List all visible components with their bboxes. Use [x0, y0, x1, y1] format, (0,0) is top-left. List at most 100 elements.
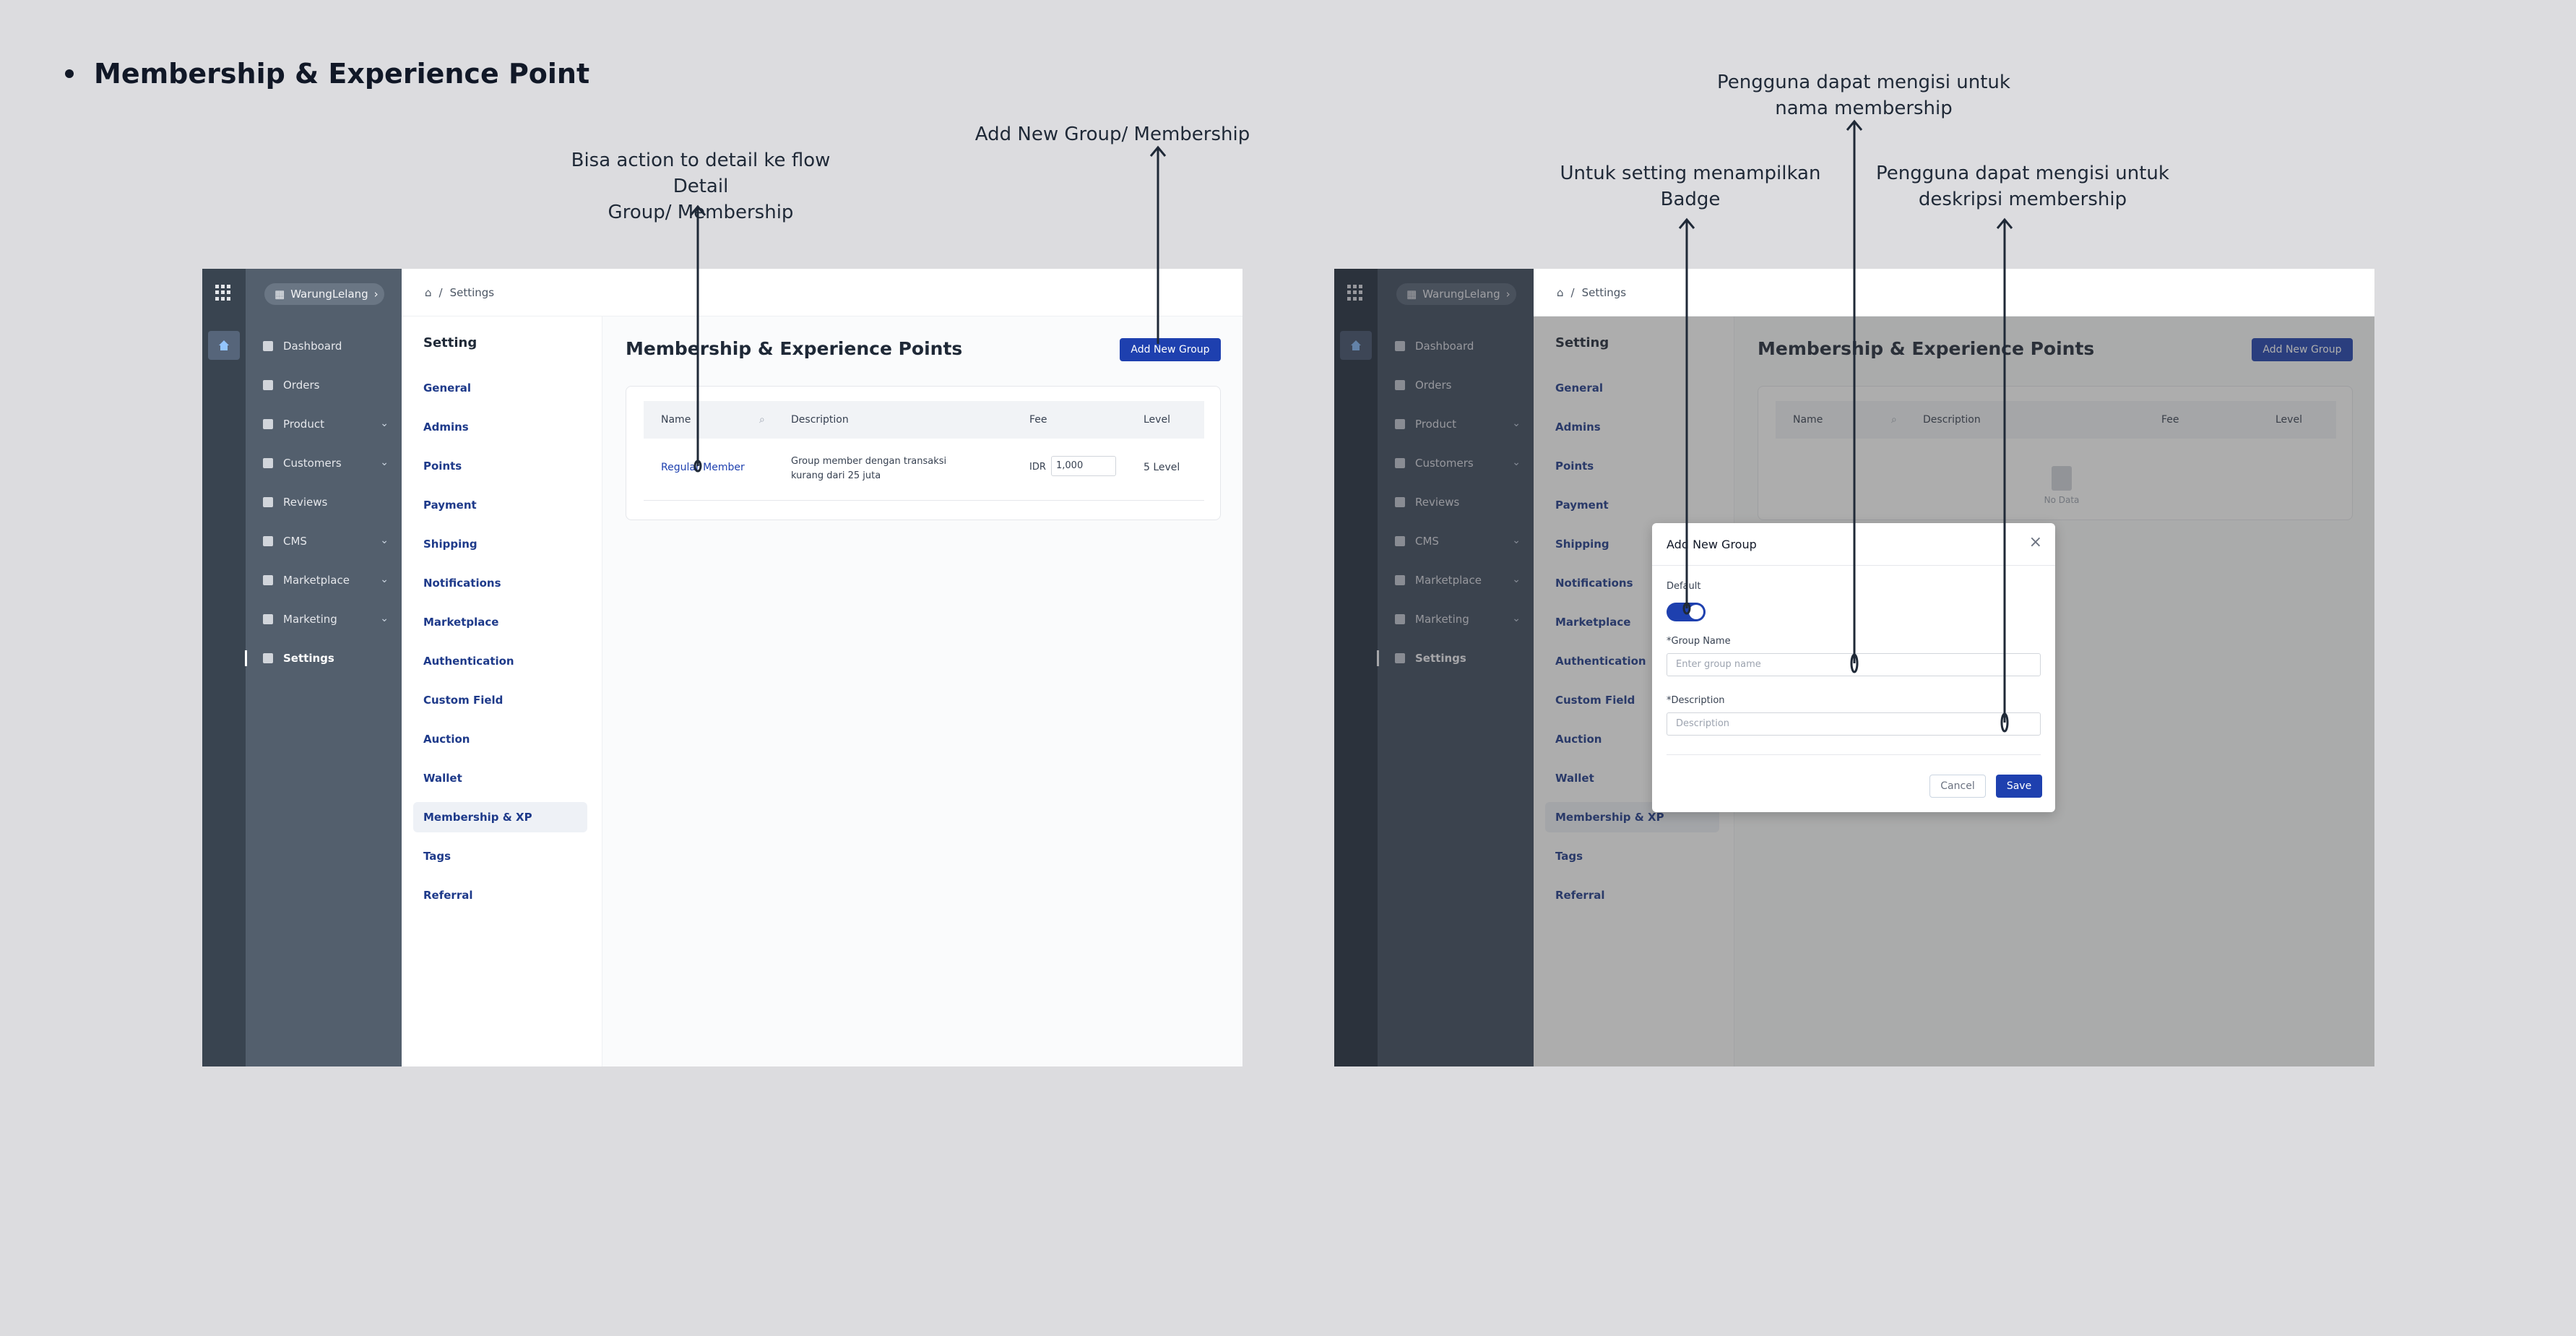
- user-icon: [263, 458, 273, 468]
- search-icon[interactable]: ⌕: [759, 414, 765, 426]
- breadcrumb-separator: /: [438, 285, 443, 299]
- sidebar-item-customers[interactable]: Customers ⌄: [246, 444, 402, 483]
- bag-icon: [263, 380, 273, 390]
- settings-item-points[interactable]: Points: [402, 447, 602, 486]
- group-name-label: *Group Name: [1667, 636, 1731, 647]
- settings-item-marketplace[interactable]: Marketplace: [402, 603, 602, 642]
- annotation-badge: Untuk setting menampilkan Badge: [1560, 163, 1821, 210]
- description-label: *Description: [1667, 695, 1725, 706]
- settings-item-wallet[interactable]: Wallet: [402, 759, 602, 798]
- column-fee: Fee: [1029, 414, 1047, 426]
- screen-membership-list: ▦ WarungLelang › Dashboard Orders Produc…: [202, 269, 1242, 1066]
- breadcrumb-separator: /: [1570, 285, 1575, 299]
- default-toggle[interactable]: [1667, 603, 1706, 621]
- chevron-down-icon: ⌄: [380, 535, 389, 546]
- settings-heading: Setting: [423, 335, 477, 350]
- annotation-group-name: Pengguna dapat mengisi untuk nama member…: [1717, 72, 2010, 119]
- chevron-down-icon: ⌄: [380, 574, 389, 585]
- settings-item-general[interactable]: General: [402, 369, 602, 408]
- add-group-modal: Add New Group × Default *Group Name Ente…: [1652, 523, 2055, 812]
- megaphone-icon: [263, 614, 273, 624]
- home-icon[interactable]: ⌂: [1557, 286, 1564, 299]
- workspace-name: WarungLelang: [290, 288, 368, 301]
- document-icon: [263, 536, 273, 546]
- row-description: Group member dengan transaksi kurang dar…: [791, 456, 947, 481]
- user-icon: [263, 575, 273, 585]
- sidebar-item-cms[interactable]: CMS ⌄: [246, 522, 402, 561]
- home-icon[interactable]: ⌂: [425, 286, 432, 299]
- tag-icon: [263, 419, 273, 429]
- add-new-group-button[interactable]: Add New Group: [1120, 338, 1221, 361]
- sidebar-dim: [1334, 269, 1534, 1066]
- chevron-right-icon: ›: [373, 288, 379, 301]
- row-currency: IDR: [1029, 462, 1046, 473]
- row-level: 5 Level: [1144, 462, 1180, 473]
- settings-item-authentication[interactable]: Authentication: [402, 642, 602, 681]
- settings-item-tags[interactable]: Tags: [402, 837, 602, 876]
- settings-item-admins[interactable]: Admins: [402, 408, 602, 447]
- column-description: Description: [791, 414, 849, 426]
- sidebar-item-label: Settings: [283, 652, 334, 665]
- breadcrumb: ⌂ / Settings: [402, 269, 1242, 316]
- settings-item-auction[interactable]: Auction: [402, 720, 602, 759]
- sidebar-item-product[interactable]: Product ⌄: [246, 405, 402, 444]
- membership-table: Name ⌕ Description Fee Level Regular Mem…: [626, 386, 1221, 520]
- sidebar-item-dashboard[interactable]: Dashboard: [246, 327, 402, 366]
- column-level: Level: [1144, 414, 1170, 426]
- sidebar-item-marketing[interactable]: Marketing ⌄: [246, 600, 402, 639]
- sidebar: ▦ WarungLelang › Dashboard Orders Produc…: [245, 269, 402, 1066]
- modal-divider: [1652, 565, 2055, 566]
- heading-text: Membership & Experience Point: [94, 58, 590, 90]
- settings-item-custom-field[interactable]: Custom Field: [402, 681, 602, 720]
- settings-menu: Setting General Admins Points Payment Sh…: [402, 316, 602, 1066]
- settings-item-referral[interactable]: Referral: [402, 876, 602, 915]
- cancel-button[interactable]: Cancel: [1929, 775, 1986, 798]
- settings-item-membership[interactable]: Membership & XP: [413, 802, 587, 832]
- sidebar-item-settings[interactable]: Settings: [245, 639, 402, 678]
- breadcrumb-settings[interactable]: Settings: [450, 286, 495, 299]
- modal-title: Add New Group: [1667, 538, 1757, 551]
- star-icon: [263, 497, 273, 507]
- sidebar-item-label: Reviews: [283, 496, 328, 509]
- sidebar-item-label: Customers: [283, 457, 342, 470]
- description-input[interactable]: Description: [1667, 712, 2041, 736]
- column-name[interactable]: Name: [661, 414, 691, 426]
- breadcrumb-settings[interactable]: Settings: [1582, 286, 1627, 299]
- page-heading: Membership & Experience Point: [65, 58, 589, 90]
- settings-item-notifications[interactable]: Notifications: [402, 564, 602, 603]
- workspace-switcher[interactable]: ▦ WarungLelang ›: [264, 283, 384, 305]
- group-name-input[interactable]: Enter group name: [1667, 653, 2041, 676]
- sidebar-item-label: CMS: [283, 535, 307, 548]
- dashboard-icon: [263, 341, 273, 351]
- store-icon: ▦: [275, 288, 285, 301]
- sidebar-item-label: Marketing: [283, 613, 337, 626]
- sidebar-item-label: Orders: [283, 379, 320, 392]
- bullet: [65, 69, 74, 78]
- sidebar-item-label: Marketplace: [283, 574, 350, 587]
- table-row[interactable]: Regular Member Group member dengan trans…: [644, 439, 1204, 501]
- sidebar-item-label: Product: [283, 418, 324, 431]
- sidebar-item-label: Dashboard: [283, 340, 342, 353]
- sidebar-item-reviews[interactable]: Reviews: [246, 483, 402, 522]
- chevron-down-icon: ⌄: [380, 613, 389, 624]
- footer-divider: [1667, 754, 2041, 755]
- main-title: Membership & Experience Points: [626, 338, 963, 359]
- home-icon[interactable]: [208, 331, 240, 360]
- row-name-link[interactable]: Regular Member: [661, 462, 745, 473]
- settings-item-payment[interactable]: Payment: [402, 486, 602, 525]
- annotation-add-group: Add New Group/ Membership: [974, 124, 1250, 145]
- table-header: Name ⌕ Description Fee Level: [644, 401, 1204, 439]
- default-label: Default: [1667, 581, 1701, 592]
- app-rail: [202, 269, 246, 1066]
- breadcrumb: ⌂ / Settings: [1534, 269, 2374, 316]
- apps-grid-icon[interactable]: [215, 285, 231, 301]
- sidebar-item-orders[interactable]: Orders: [246, 366, 402, 405]
- save-button[interactable]: Save: [1996, 775, 2042, 798]
- annotation-detail: Bisa action to detail ke flow Detail Gro…: [571, 150, 831, 223]
- fee-input[interactable]: 1,000: [1051, 456, 1116, 476]
- close-icon[interactable]: ×: [2029, 533, 2042, 551]
- sidebar-item-marketplace[interactable]: Marketplace ⌄: [246, 561, 402, 600]
- chevron-down-icon: ⌄: [380, 457, 389, 468]
- settings-item-shipping[interactable]: Shipping: [402, 525, 602, 564]
- sidebar-nav: Dashboard Orders Product ⌄ Customers ⌄ Rev…: [245, 327, 402, 678]
